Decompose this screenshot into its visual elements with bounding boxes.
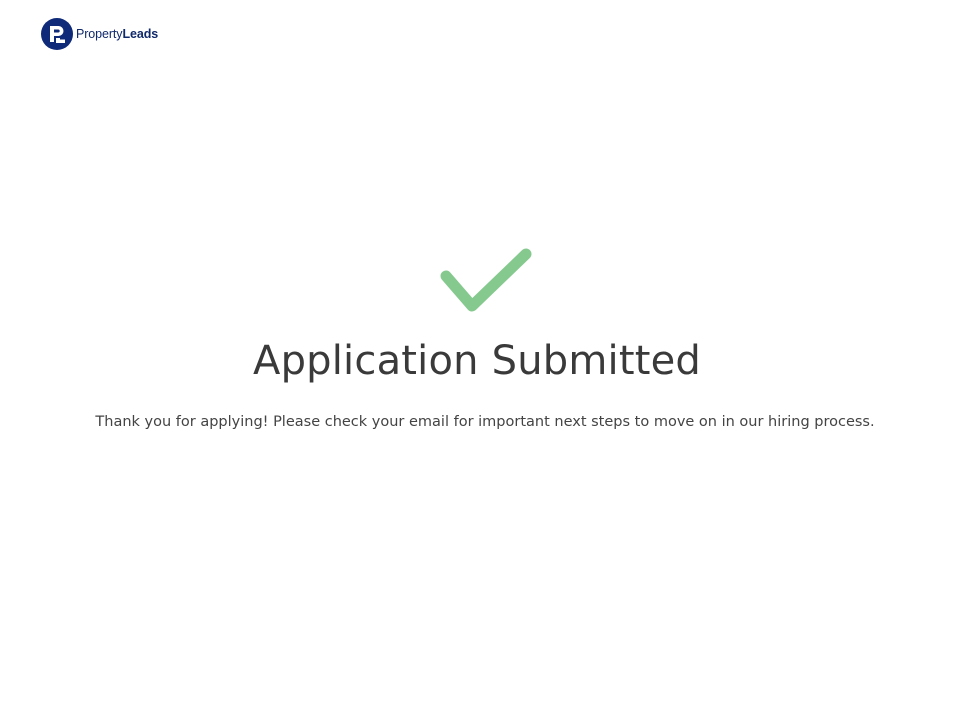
page-title: Application Submitted	[253, 338, 701, 384]
application-submitted-page: PropertyLeads Application Submitted Than…	[0, 0, 954, 711]
logo-name-light: Property	[76, 26, 123, 41]
logo-link[interactable]: PropertyLeads	[41, 18, 158, 50]
propertyleads-logo-icon	[41, 18, 73, 50]
logo-name-bold: Leads	[122, 26, 159, 41]
checkmark-icon	[440, 248, 532, 312]
logo-wordmark: PropertyLeads	[76, 28, 158, 41]
confirmation-message: Thank you for applying! Please check you…	[95, 414, 875, 430]
